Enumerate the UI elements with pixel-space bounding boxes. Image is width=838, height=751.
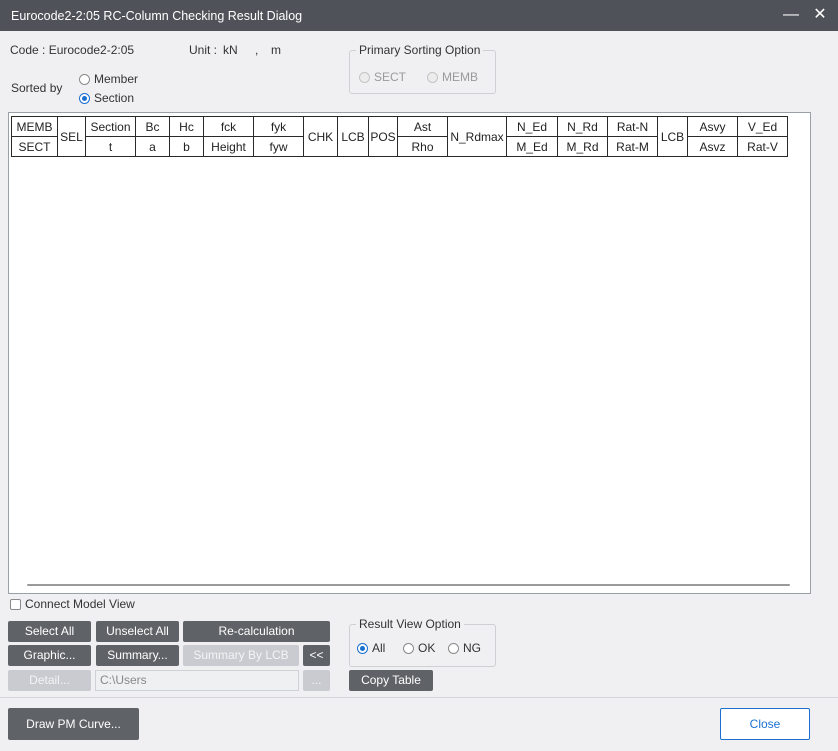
sorted-by-label: Sorted by	[11, 81, 63, 95]
unit-force: kN	[223, 43, 238, 57]
primary-sorting-title: Primary Sorting Option	[356, 43, 484, 57]
col-header-hc[interactable]: Hc	[169, 116, 204, 137]
col-header-rat-m[interactable]: Rat-M	[607, 136, 658, 157]
code-label: Code : Eurocode2-2:05	[10, 43, 135, 57]
col-header-bc[interactable]: Bc	[135, 116, 170, 137]
result-table: MEMB SEL Section Bc Hc fck fyk CHK LCB P…	[11, 116, 788, 157]
select-all-button[interactable]: Select All	[8, 621, 91, 642]
col-header-m-ed[interactable]: M_Ed	[506, 136, 558, 157]
connect-model-view-label: Connect Model View	[25, 597, 135, 611]
result-ok-radio[interactable]: OK	[403, 641, 435, 655]
col-header-asvy[interactable]: Asvy	[687, 116, 738, 137]
col-header-height[interactable]: Height	[203, 136, 254, 157]
col-header-memb[interactable]: MEMB	[11, 116, 58, 137]
radio-icon	[427, 71, 438, 83]
col-header-pos[interactable]: POS	[368, 116, 398, 157]
col-header-section[interactable]: Section	[85, 116, 136, 137]
radio-icon	[79, 73, 90, 85]
radio-selected-icon	[357, 642, 368, 654]
col-header-fck[interactable]: fck	[203, 116, 254, 137]
result-all-label: All	[372, 641, 386, 655]
collapse-button[interactable]: <<	[303, 645, 330, 666]
title-bar: Eurocode2-2:05 RC-Column Checking Result…	[0, 0, 838, 31]
unit-length: m	[271, 43, 281, 57]
col-header-rat-n[interactable]: Rat-N	[607, 116, 658, 137]
result-ng-radio[interactable]: NG	[448, 641, 481, 655]
minimize-icon[interactable]: —	[780, 5, 802, 25]
result-all-radio[interactable]: All	[357, 641, 385, 655]
browse-button[interactable]: ...	[303, 670, 330, 691]
radio-icon	[448, 642, 459, 654]
col-header-t[interactable]: t	[85, 136, 136, 157]
draw-pm-curve-button[interactable]: Draw PM Curve...	[8, 708, 139, 740]
radio-icon	[403, 642, 414, 654]
unit-label: Unit :	[189, 43, 218, 57]
col-header-rat-v[interactable]: Rat-V	[737, 136, 788, 157]
summary-button[interactable]: Summary...	[96, 645, 179, 666]
sort-section-radio[interactable]: Section	[79, 91, 134, 105]
connect-model-view-checkbox[interactable]: Connect Model View	[10, 597, 135, 611]
col-header-lcb-2[interactable]: LCB	[657, 116, 688, 157]
col-header-m-rd[interactable]: M_Rd	[557, 136, 608, 157]
primary-memb-label: MEMB	[442, 70, 478, 84]
primary-sect-radio[interactable]: SECT	[359, 70, 406, 84]
sort-section-label: Section	[94, 91, 135, 105]
col-header-b[interactable]: b	[169, 136, 204, 157]
col-header-rho[interactable]: Rho	[397, 136, 448, 157]
col-header-sel[interactable]: SEL	[57, 116, 86, 157]
col-header-n-rdmax[interactable]: N_Rdmax	[447, 116, 507, 157]
col-header-asvz[interactable]: Asvz	[687, 136, 738, 157]
close-icon[interactable]: ✕	[809, 5, 831, 25]
primary-sect-label: SECT	[374, 70, 407, 84]
col-header-a[interactable]: a	[135, 136, 170, 157]
sort-member-radio[interactable]: Member	[79, 72, 138, 86]
sort-member-label: Member	[94, 72, 139, 86]
primary-memb-radio[interactable]: MEMB	[427, 70, 478, 84]
window-title: Eurocode2-2:05 RC-Column Checking Result…	[11, 8, 303, 23]
recalculation-button[interactable]: Re-calculation	[183, 621, 330, 642]
summary-by-lcb-button[interactable]: Summary By LCB	[183, 645, 299, 666]
result-table-panel[interactable]: MEMB SEL Section Bc Hc fck fyk CHK LCB P…	[8, 112, 811, 594]
window-edge	[811, 31, 838, 101]
col-header-ast[interactable]: Ast	[397, 116, 448, 137]
unit-separator: ,	[255, 43, 259, 57]
output-path-field[interactable]: C:\Users	[95, 670, 299, 691]
radio-selected-icon	[79, 92, 90, 104]
col-header-lcb[interactable]: LCB	[337, 116, 369, 157]
col-header-v-ed[interactable]: V_Ed	[737, 116, 788, 137]
col-header-n-rd[interactable]: N_Rd	[557, 116, 608, 137]
col-header-n-ed[interactable]: N_Ed	[506, 116, 558, 137]
radio-icon	[359, 71, 370, 83]
graphic-button[interactable]: Graphic...	[8, 645, 91, 666]
result-ng-label: NG	[463, 641, 481, 655]
unselect-all-button[interactable]: Unselect All	[96, 621, 179, 642]
col-header-fyk[interactable]: fyk	[253, 116, 304, 137]
table-header-row: MEMB SEL Section Bc Hc fck fyk CHK LCB P…	[11, 116, 788, 157]
checkbox-icon	[10, 598, 21, 610]
col-header-fyw[interactable]: fyw	[253, 136, 304, 157]
col-header-sect[interactable]: SECT	[11, 136, 58, 157]
result-view-title: Result View Option	[356, 617, 464, 631]
copy-table-button[interactable]: Copy Table	[349, 670, 433, 691]
result-ok-label: OK	[418, 641, 436, 655]
horizontal-scrollbar[interactable]	[27, 584, 790, 586]
col-header-chk[interactable]: CHK	[303, 116, 338, 157]
close-button[interactable]: Close	[720, 708, 810, 740]
detail-button[interactable]: Detail...	[8, 670, 91, 691]
